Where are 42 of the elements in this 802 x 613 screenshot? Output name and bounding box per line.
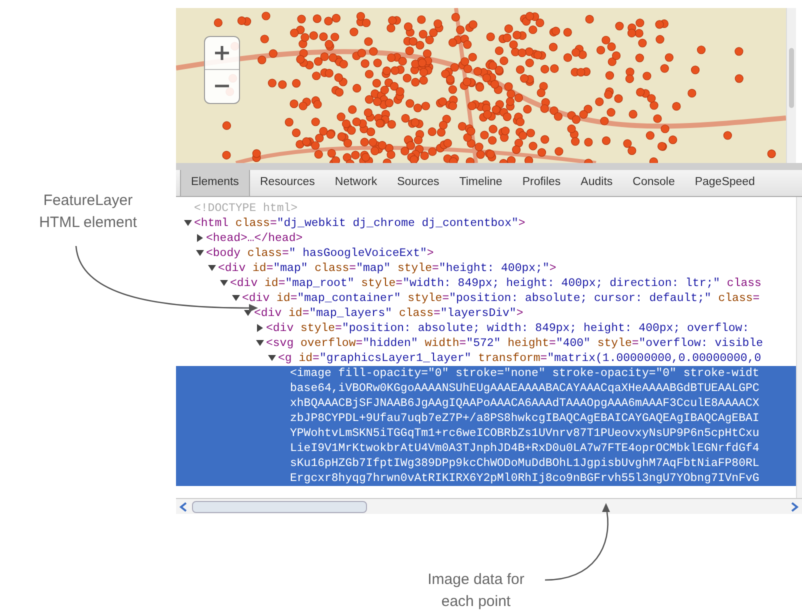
- expanded-triangle-icon[interactable]: [220, 279, 228, 288]
- code-line[interactable]: <g id="graphicsLayer1_layer" transform="matrix(1.00000000,0.00000000,0: [278, 350, 762, 367]
- code-line[interactable]: <div id="map_container" style="position: absolute; cursor: default;" class=: [242, 290, 760, 307]
- code-line: Ergcxr8hyqg7hrwn0vAtRIKIRX6Y2pMl0RhIj8co9nBGFrvh55l3ngU7YObng7IVnFvG: [290, 470, 760, 487]
- vertical-scrollbar[interactable]: [796, 196, 802, 498]
- code-line: YPWohtvLmSKN5iTGGqTm1+rc6weICOBRbZs1UVnrv87T1PUeovxyNsUP9P6n5cpHtCxu: [290, 426, 760, 442]
- devtools-tab[interactable]: Timeline: [449, 170, 512, 196]
- minus-icon: [214, 84, 230, 88]
- devtools-tab[interactable]: Sources: [387, 170, 450, 196]
- code-line: base64,iVBORw0KGgoAAAANSUhEUgAAAEAAAABACAYAAACqaXHeAAAABGdBTUEAALGPC: [290, 380, 760, 397]
- callout-text: Image data for each point: [426, 570, 526, 612]
- code-line: xhBQAAACBjSFJNAAB6JgAAgIQAAPoAAACA6AAAdTAAAOpgAAA6mAAAF3CculE8AAAACX: [290, 396, 760, 412]
- code-line: LieI9V1MrKtwokbrAtU4Vm0A3TJnphJD4B+RxD0u0LA7w7FTE4oprOCMbklEGNrfdGf4: [290, 440, 760, 457]
- vertical-scrollbar[interactable]: [786, 8, 796, 163]
- code-line[interactable]: <div id="map_layers" class="layersDiv">: [254, 304, 524, 322]
- expanded-triangle-icon[interactable]: [184, 219, 192, 228]
- plus-icon: [214, 44, 230, 61]
- code-line[interactable]: <div style="position: absolute; width: 849px; height: 400px; overflow:: [266, 320, 750, 337]
- collapsed-triangle-icon[interactable]: [196, 234, 204, 242]
- code-line[interactable]: <svg overflow="hidden" width="572" height="400" style="overflow: visible: [266, 334, 764, 352]
- devtools-tab[interactable]: Audits: [570, 170, 623, 196]
- devtools-tab[interactable]: Resources: [250, 170, 325, 196]
- devtools-tab[interactable]: PageSpeed: [684, 170, 765, 196]
- callout-text: FeatureLayer HTML element: [38, 191, 138, 233]
- expanded-triangle-icon[interactable]: [268, 354, 276, 362]
- collapsed-triangle-icon[interactable]: [256, 324, 264, 332]
- expanded-triangle-icon[interactable]: [208, 264, 216, 272]
- code-line[interactable]: <div id="map" class="map" style="height: 400px;">: [218, 260, 556, 277]
- code-line[interactable]: <body class=" hasGoogleVoiceExt">: [206, 244, 434, 262]
- horizontal-scrollbar[interactable]: [176, 498, 802, 514]
- expanded-triangle-icon[interactable]: [256, 339, 264, 348]
- devtools-tab[interactable]: Profiles: [512, 170, 571, 196]
- expanded-triangle-icon[interactable]: [232, 294, 240, 302]
- devtools-tab[interactable]: Console: [622, 170, 685, 196]
- expanded-triangle-icon[interactable]: [196, 249, 204, 258]
- code-line[interactable]: <html class="dj_webkit dj_chrome dj_contentbox">: [194, 214, 526, 232]
- devtools-tab[interactable]: Network: [324, 170, 388, 196]
- code-line: sKu16pHZGb7IfptIWg389DPp9kcChWODoMuDdBOhL1JgpisbUvghM7AqFbtNiaFP80RL: [290, 456, 760, 472]
- devtools-tab[interactable]: Elements: [180, 170, 250, 196]
- code-line[interactable]: <head>…</head>: [206, 230, 303, 247]
- code-line[interactable]: <div id="map_root" style="width: 849px; height: 400px; direction: ltr;" class: [230, 274, 762, 292]
- code-line: zbJP8CYPDL+9Ufau7uqb7eZ7P+/a8PS8hwkcgIBAQCAgEBAICAYGAQEAgIBAQCAgEBAI: [290, 410, 760, 427]
